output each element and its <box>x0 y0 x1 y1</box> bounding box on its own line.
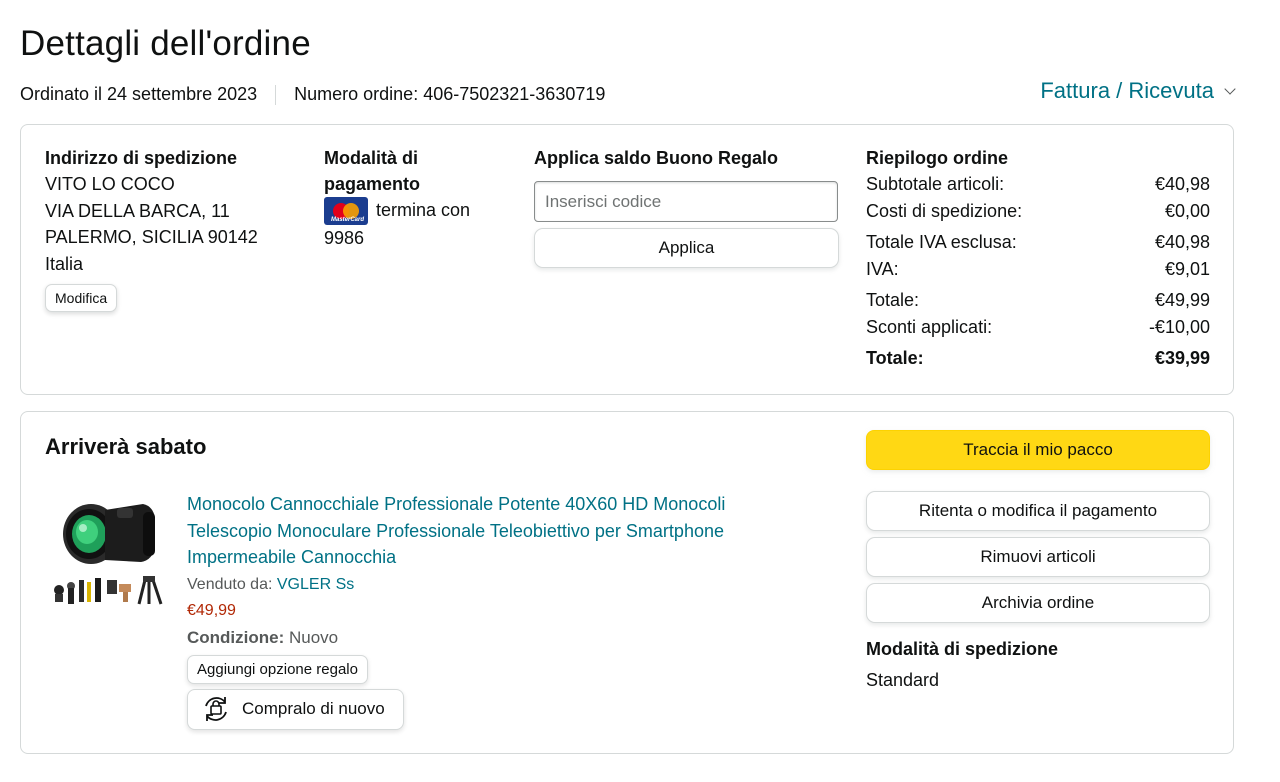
summary-value: €0,00 <box>1164 200 1210 221</box>
summary-value: €9,01 <box>1164 258 1210 279</box>
mastercard-icon: MasterCard <box>324 197 368 226</box>
summary-label: Subtotale articoli: <box>866 174 1005 194</box>
invoice-dropdown[interactable]: Fattura / Ricevuta <box>1040 78 1236 104</box>
card-ends-with-label: termina con <box>376 200 471 220</box>
summary-value: €40,98 <box>1154 232 1210 252</box>
summary-row-subtotal: Subtotale articoli: €40,98 <box>866 171 1210 198</box>
product-title-link[interactable]: Monocolo Cannocchiale Professionale Pote… <box>187 491 787 571</box>
summary-label: Sconti applicati: <box>866 316 993 337</box>
grand-total-label: Totale: <box>866 348 924 368</box>
chevron-down-icon <box>1224 83 1236 95</box>
condition-value: Nuovo <box>289 627 339 647</box>
shipping-method-heading: Modalità di spedizione <box>866 639 1059 659</box>
address-name: VITO LO COCO <box>45 174 175 194</box>
delivery-status: Arriverà sabato <box>45 434 207 459</box>
product-image[interactable] <box>51 488 173 612</box>
gift-card-section: Applica saldo Buono Regalo Applica <box>534 145 840 268</box>
apply-gift-card-button[interactable]: Applica <box>534 228 839 268</box>
product-info: Monocolo Cannocchiale Professionale Pote… <box>187 491 787 730</box>
summary-row-shipping: Costi di spedizione: €0,00 <box>866 198 1210 225</box>
archive-order-button[interactable]: Archivia ordine <box>866 583 1210 623</box>
edit-address-button[interactable]: Modifica <box>45 284 118 312</box>
payment-method-section: Modalità di pagamento MasterCard termina… <box>324 145 514 252</box>
buy-again-label: Compralo di nuovo <box>242 699 385 718</box>
condition-line: Condizione: Nuovo <box>187 626 787 650</box>
order-summary-heading: Riepilogo ordine <box>866 148 1008 168</box>
summary-value: -€10,00 <box>1148 316 1210 337</box>
condition-label: Condizione: <box>187 627 285 647</box>
order-summary-section: Riepilogo ordine Subtotale articoli: €40… <box>866 145 1210 372</box>
order-number: Numero ordine: 406-7502321-3630719 <box>294 84 606 104</box>
invoice-link-label[interactable]: Fattura / Ricevuta <box>1040 78 1214 104</box>
remove-items-button[interactable]: Rimuovi articoli <box>866 537 1210 577</box>
address-country: Italia <box>45 253 84 274</box>
summary-row-grand-total: Totale: €39,99 <box>866 345 1210 372</box>
shipment-card: Arriverà sabato Monocolo Cannocchiale Pr… <box>20 411 1234 754</box>
shipping-method-value: Standard <box>866 670 940 690</box>
product-price: €49,99 <box>187 601 236 619</box>
order-actions: Traccia il mio pacco Ritenta o modifica … <box>866 430 1210 693</box>
sold-by-label: Venduto da: <box>187 575 273 593</box>
grand-total-value: €39,99 <box>1154 348 1210 368</box>
seller-link[interactable]: VGLER Ss <box>277 576 354 593</box>
summary-value: €40,98 <box>1154 174 1210 194</box>
page-title: Dettagli dell'ordine <box>20 24 311 63</box>
summary-row-discount: Sconti applicati: -€10,00 <box>866 314 1210 341</box>
summary-label: Totale: <box>866 290 920 310</box>
buy-again-icon <box>205 697 227 721</box>
payment-method-heading: Modalità di pagamento <box>324 148 421 194</box>
address-street: VIA DELLA BARCA, 11 <box>45 200 230 221</box>
gift-card-heading: Applica saldo Buono Regalo <box>534 148 779 168</box>
order-info-card: Indirizzo di spedizione VITO LO COCO VIA… <box>20 124 1234 395</box>
card-last-digits: 9986 <box>324 228 365 249</box>
order-date: Ordinato il 24 settembre 2023 <box>20 84 258 104</box>
summary-label: Totale IVA esclusa: <box>866 232 1017 252</box>
shipping-address-heading: Indirizzo di spedizione <box>45 148 238 168</box>
buy-again-button[interactable]: Compralo di nuovo <box>187 688 404 730</box>
gift-code-input[interactable] <box>534 181 838 222</box>
meta-divider <box>275 84 277 105</box>
retry-payment-button[interactable]: Ritenta o modifica il pagamento <box>866 491 1210 531</box>
summary-row-vat: IVA: €9,01 <box>866 256 1210 283</box>
summary-label: IVA: <box>866 258 899 279</box>
seller-line: Venduto da: VGLER Ss <box>187 574 787 596</box>
shipping-address-section: Indirizzo di spedizione VITO LO COCO VIA… <box>45 145 295 312</box>
payment-card-line: MasterCard termina con <box>324 197 514 226</box>
summary-value: €49,99 <box>1154 290 1210 310</box>
summary-label: Costi di spedizione: <box>866 200 1023 221</box>
address-city: PALERMO, SICILIA 90142 <box>45 227 258 247</box>
track-package-button[interactable]: Traccia il mio pacco <box>866 430 1210 470</box>
order-meta: Ordinato il 24 settembre 2023 Numero ord… <box>20 84 605 105</box>
summary-row-total: Totale: €49,99 <box>866 287 1210 314</box>
add-gift-option-button[interactable]: Aggiungi opzione regalo <box>187 654 368 684</box>
summary-row-net: Totale IVA esclusa: €40,98 <box>866 229 1210 256</box>
